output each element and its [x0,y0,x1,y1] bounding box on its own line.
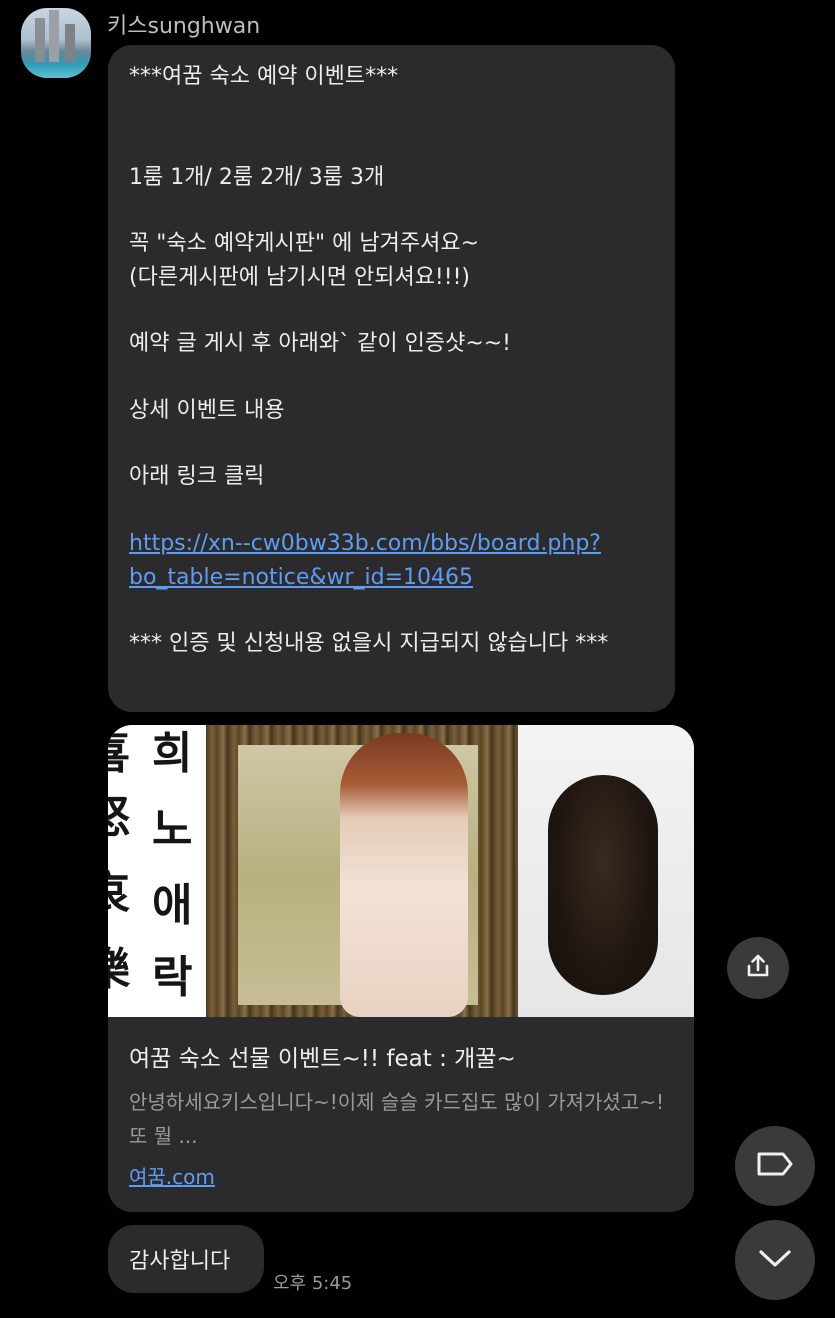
link-preview-image[interactable]: 喜 怒 哀 樂 희 노 애 락 [108,725,694,1017]
message-line: (다른게시판에 남기시면 안되셔요!!!) [129,265,470,290]
calligraphy-char: 애 [152,880,193,931]
scroll-down-button[interactable] [735,1220,815,1300]
share-icon [743,951,773,985]
message-bubble[interactable]: ***여꿈 숙소 예약 이벤트*** 1룸 1개/ 2룸 2개/ 3룸 3개 꼭… [108,45,675,712]
calligraphy-char: 노 [152,804,193,855]
event-link[interactable]: bo_table=notice&wr_id=10465 [129,562,473,594]
right-photo [518,725,694,1017]
calligraphy-char: 락 [152,952,193,1003]
link-preview-description: 안녕하세요키스입니다~!이제 슬슬 카드집도 많이 가져가셨고~!또 뭘 ... [129,1090,664,1148]
avatar-building [35,18,45,62]
message-line: ***여꿈 숙소 예약 이벤트*** [129,64,399,89]
message-timestamp: 오후 5:45 [273,1273,353,1294]
photo-hair [548,775,658,995]
calligraphy-char: 喜 [108,725,130,783]
sender-avatar[interactable] [21,8,91,78]
sender-name: 키스sunghwan [107,14,261,39]
message-line: *** 인증 및 신청내용 없을시 지급되지 않습니다 *** [129,631,609,656]
link-preview-card[interactable]: 喜 怒 哀 樂 희 노 애 락 여꿈 숙소 선물 이벤트~!! feat : 개… [108,725,694,1212]
avatar-building [65,24,75,62]
message-bubble[interactable]: 감사합니다 [108,1225,264,1293]
message-line: 상세 이벤트 내용 [129,398,285,423]
message-line: 예약 글 게시 후 아래와` 같이 인증샷~~! [129,331,512,356]
event-link[interactable]: https://xn--cw0bw33b.com/bbs/board.php? [129,528,601,560]
chevron-down-icon [757,1246,793,1274]
message-line: 아래 링크 클릭 [129,464,265,489]
photo-figure [340,733,468,1017]
calligraphy-char: 哀 [108,865,130,923]
message-line: 꼭 "숙소 예약게시판" 에 남겨주셔요~ [129,231,480,256]
tag-icon [755,1148,795,1184]
link-preview-domain[interactable]: 여꿈.com [129,1161,215,1190]
link-preview-title: 여꿈 숙소 선물 이벤트~!! feat : 개꿀~ [129,1046,516,1072]
tag-button[interactable] [735,1126,815,1206]
message-text: 감사합니다 [129,1249,231,1274]
share-button[interactable] [727,937,789,999]
calligraphy-char: 樂 [108,941,130,999]
calligraphy-char: 희 [152,728,193,779]
calligraphy-char: 怒 [108,789,130,847]
avatar-building [49,10,59,62]
message-line: 1룸 1개/ 2룸 2개/ 3룸 3개 [129,165,385,190]
